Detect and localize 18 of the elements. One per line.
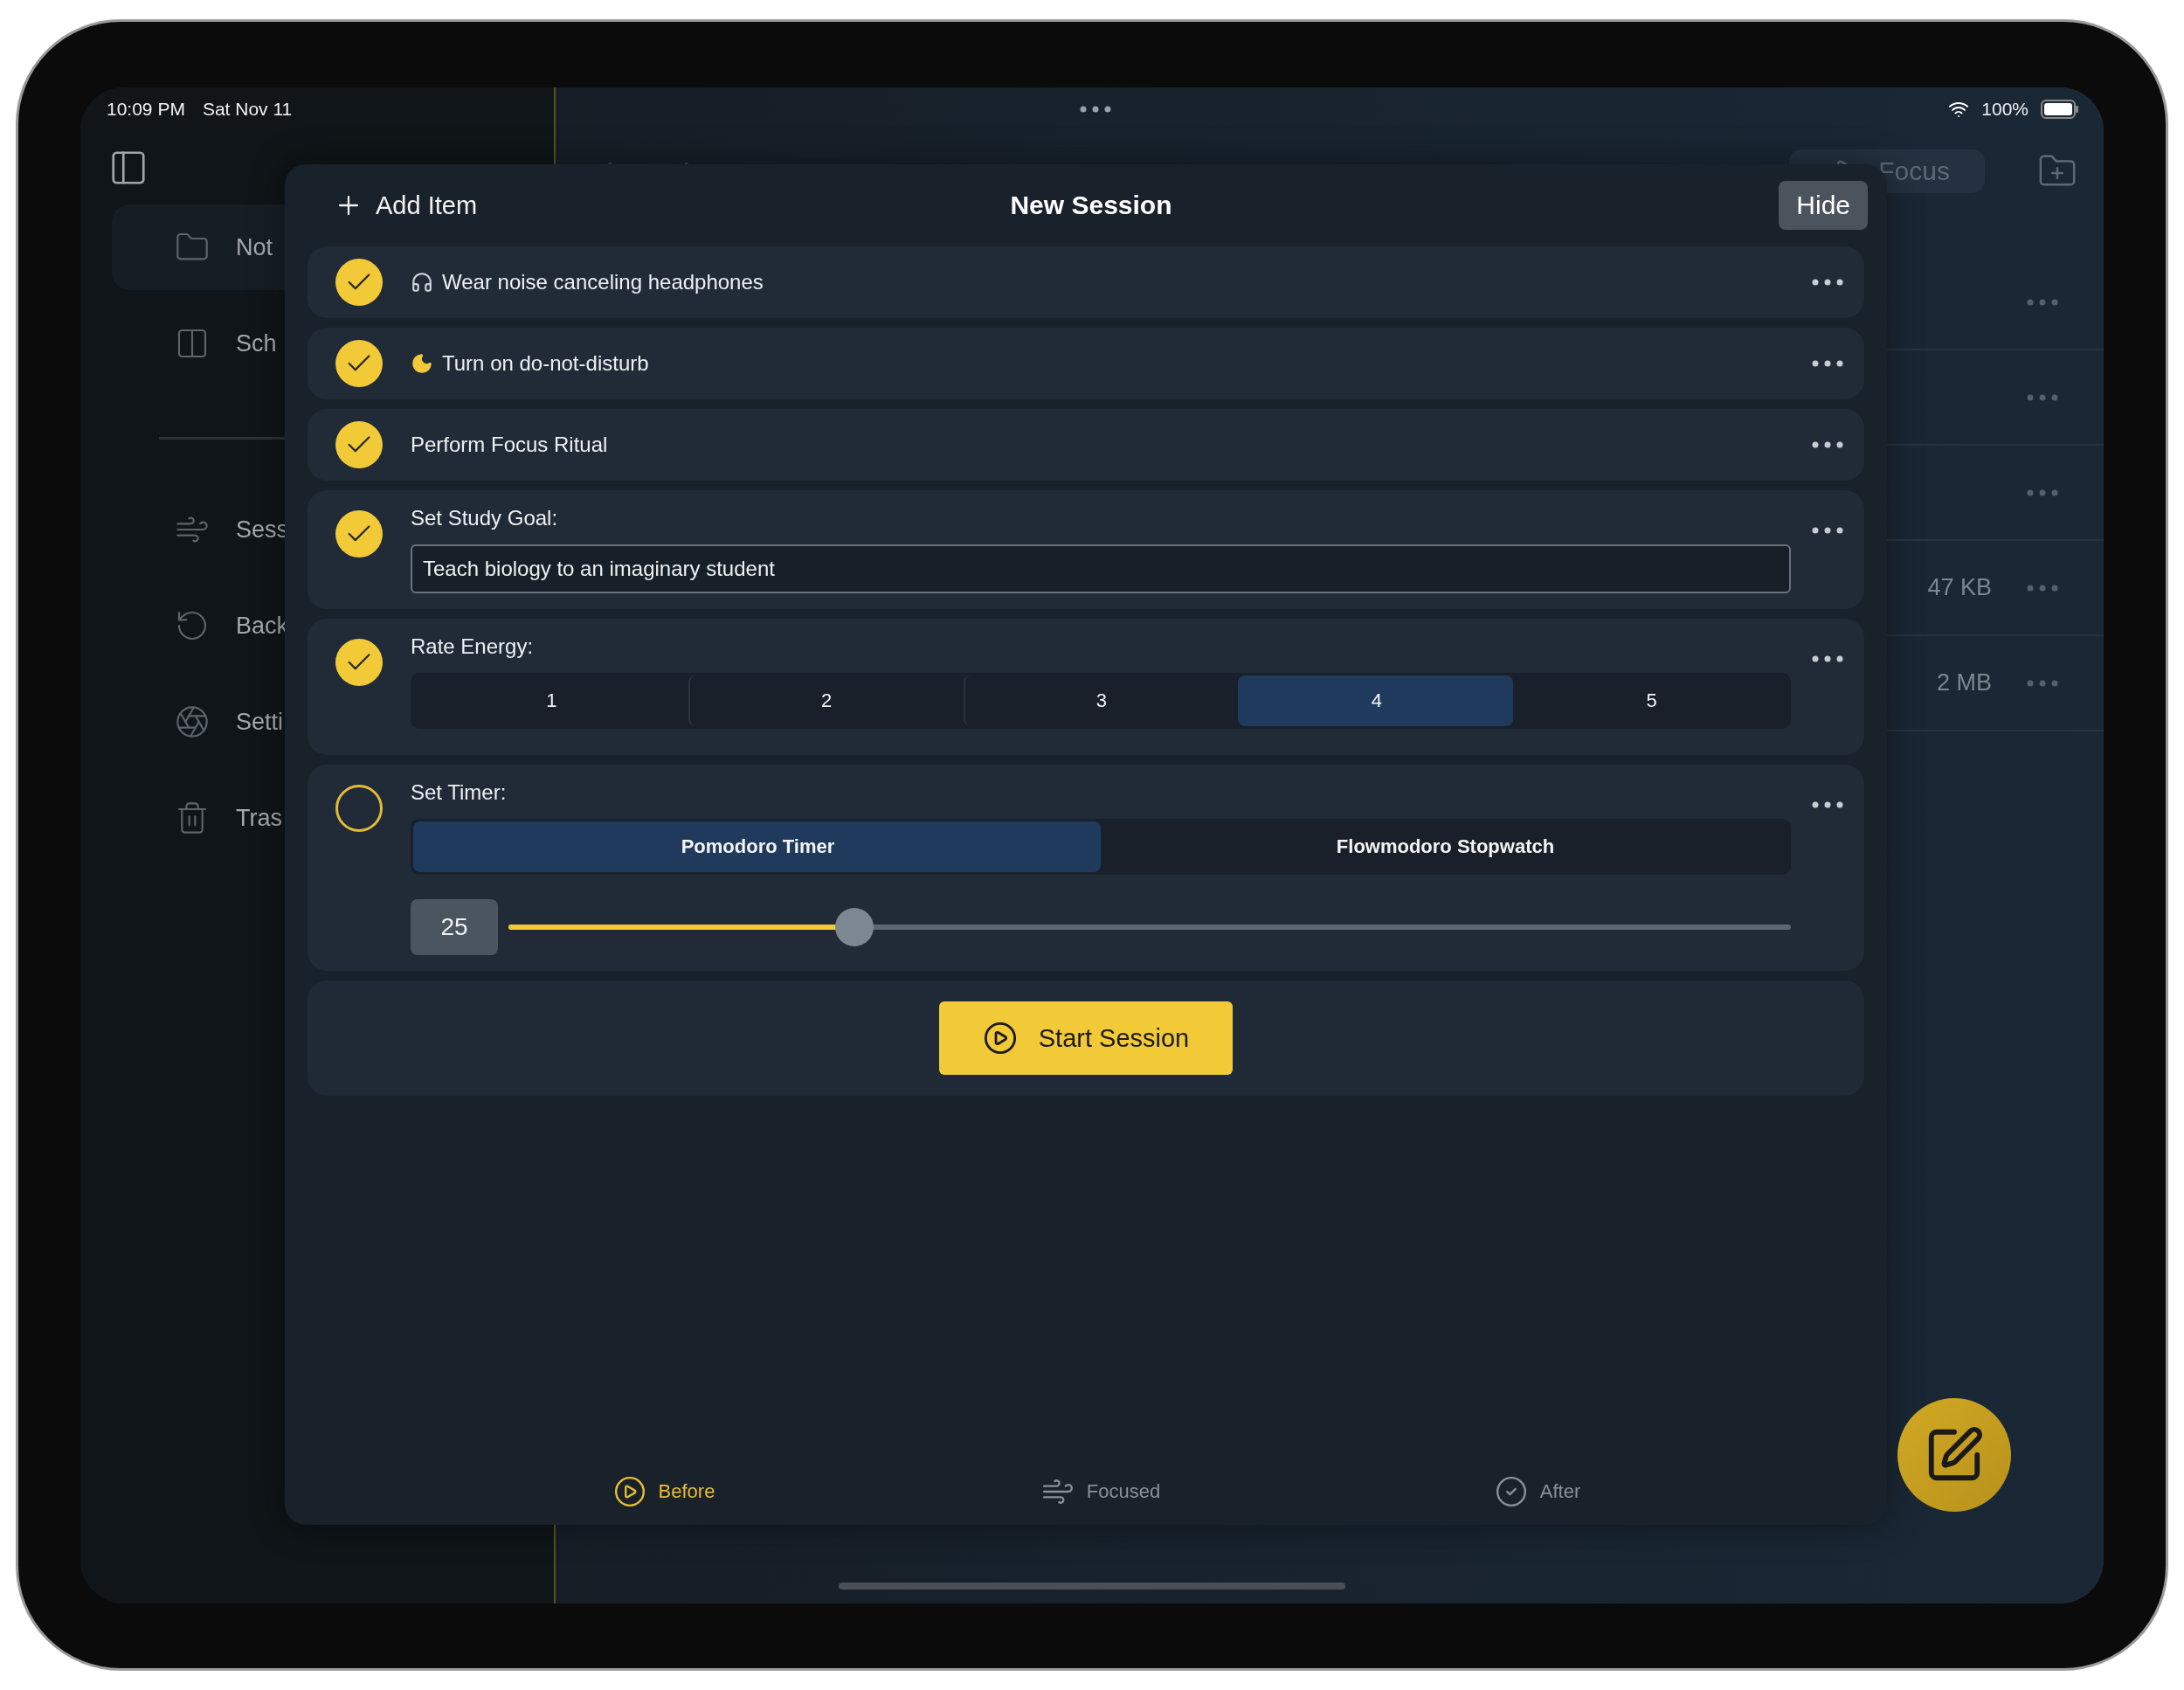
item-label: Rate Energy: — [411, 634, 535, 659]
status-time: 10:09 PM — [107, 99, 185, 120]
sidebar-label: Sch — [236, 329, 277, 357]
timer-value: 25 — [411, 899, 498, 955]
sidebar-label: Not — [236, 233, 273, 261]
item-label: Turn on do-not-disturb — [442, 351, 649, 376]
file-size: 47 KB — [1927, 574, 1992, 601]
item-label: Set Study Goal: — [411, 506, 559, 530]
item-label: Perform Focus Ritual — [411, 433, 608, 457]
file-size: 2 MB — [1936, 669, 1992, 696]
status-date: Sat Nov 11 — [202, 99, 293, 120]
item-label: Wear noise canceling headphones — [442, 270, 764, 294]
sidebar-label: Back — [236, 612, 289, 640]
item-label: Set Timer: — [411, 780, 508, 805]
sheet-title: New Session — [1010, 190, 1172, 220]
sidebar-label: Setti — [236, 708, 284, 736]
sidebar-label: Tras — [236, 804, 282, 832]
battery-level: 100% — [1981, 99, 2028, 120]
